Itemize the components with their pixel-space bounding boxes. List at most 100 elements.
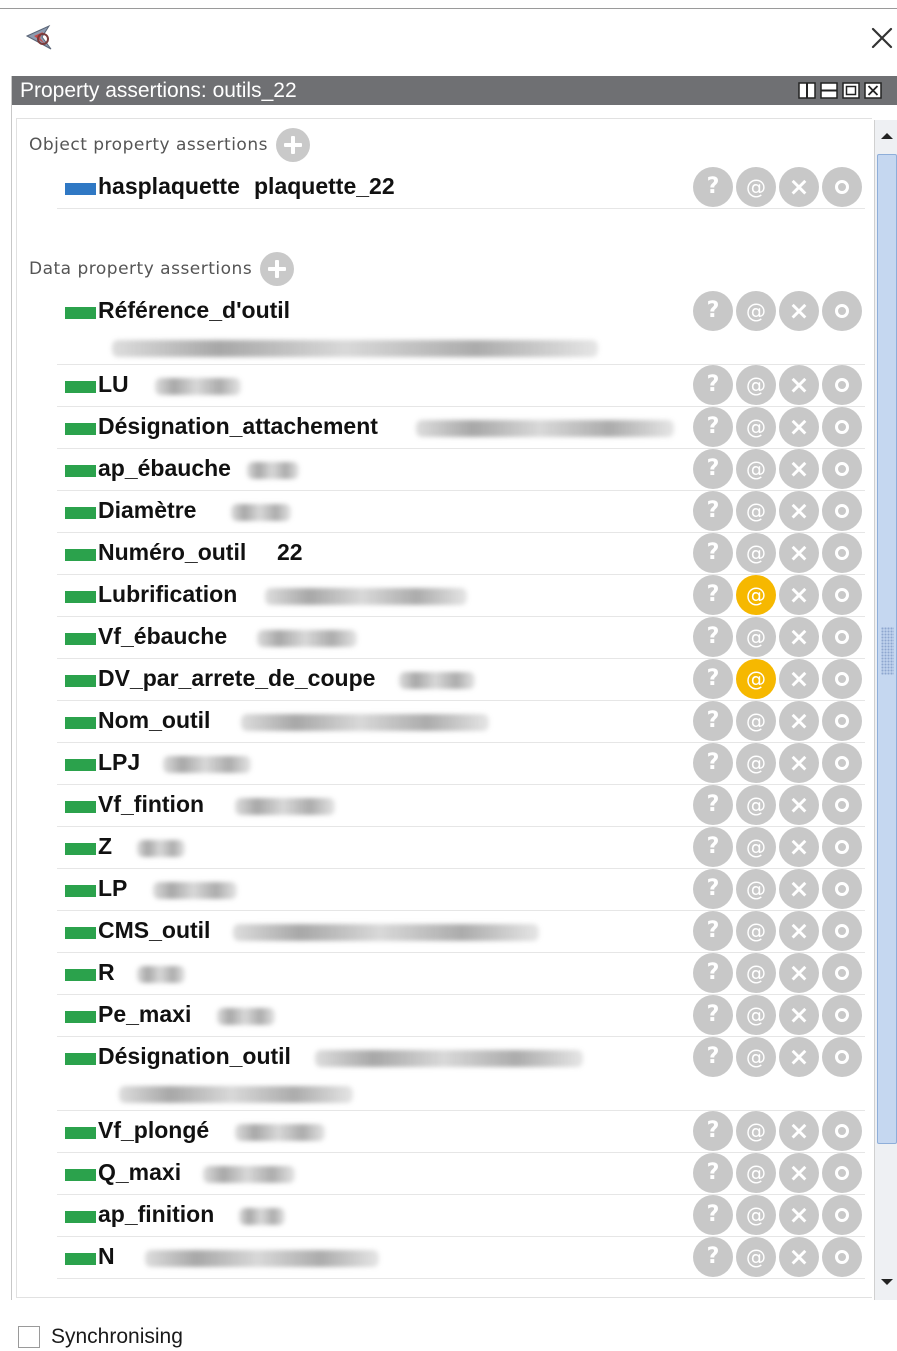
edit-icon[interactable] <box>822 1153 862 1193</box>
edit-icon[interactable] <box>822 1037 862 1077</box>
split-horizontal-icon[interactable] <box>820 82 838 99</box>
edit-icon[interactable] <box>822 827 862 867</box>
annotate-icon[interactable]: ? <box>693 869 733 909</box>
delete-icon[interactable]: × <box>779 785 819 825</box>
explain-at-icon[interactable]: @ <box>736 491 776 531</box>
annotate-icon[interactable]: ? <box>693 407 733 447</box>
delete-icon[interactable]: × <box>779 659 819 699</box>
edit-icon[interactable] <box>822 785 862 825</box>
annotate-icon[interactable]: ? <box>693 1153 733 1193</box>
explain-at-icon[interactable]: @ <box>736 1037 776 1077</box>
explain-at-icon[interactable]: @ <box>736 575 776 615</box>
delete-icon[interactable]: × <box>779 953 819 993</box>
annotate-icon[interactable]: ? <box>693 617 733 657</box>
explain-at-icon[interactable]: @ <box>736 1153 776 1193</box>
delete-icon[interactable]: × <box>779 407 819 447</box>
annotate-icon[interactable]: ? <box>693 1195 733 1235</box>
explain-at-icon[interactable]: @ <box>736 1195 776 1235</box>
annotate-icon[interactable]: ? <box>693 827 733 867</box>
delete-icon[interactable]: × <box>779 491 819 531</box>
annotate-icon[interactable]: ? <box>693 291 733 331</box>
maximize-icon[interactable] <box>842 82 860 99</box>
edit-icon[interactable] <box>822 491 862 531</box>
edit-icon[interactable] <box>822 407 862 447</box>
annotate-icon[interactable]: ? <box>693 785 733 825</box>
edit-icon[interactable] <box>822 291 862 331</box>
explain-at-icon[interactable]: @ <box>736 449 776 489</box>
edit-icon[interactable] <box>822 449 862 489</box>
delete-icon[interactable]: × <box>779 1237 819 1277</box>
explain-at-icon[interactable]: @ <box>736 911 776 951</box>
delete-icon[interactable]: × <box>779 365 819 405</box>
scroll-down-arrow-icon[interactable] <box>877 1268 897 1296</box>
explain-at-icon[interactable]: @ <box>736 995 776 1035</box>
synchronising-checkbox[interactable] <box>18 1326 40 1348</box>
explain-at-icon[interactable]: @ <box>736 291 776 331</box>
annotate-icon[interactable]: ? <box>693 1037 733 1077</box>
explain-at-icon[interactable]: @ <box>736 407 776 447</box>
annotate-icon[interactable]: ? <box>693 575 733 615</box>
delete-icon[interactable]: × <box>779 449 819 489</box>
edit-icon[interactable] <box>822 167 862 207</box>
split-vertical-icon[interactable] <box>798 82 816 99</box>
annotate-icon[interactable]: ? <box>693 491 733 531</box>
explain-at-icon[interactable]: @ <box>736 365 776 405</box>
annotate-icon[interactable]: ? <box>693 701 733 741</box>
delete-icon[interactable]: × <box>779 1111 819 1151</box>
delete-icon[interactable]: × <box>779 1153 819 1193</box>
close-view-icon[interactable] <box>864 82 882 99</box>
edit-icon[interactable] <box>822 995 862 1035</box>
annotate-icon[interactable]: ? <box>693 953 733 993</box>
delete-icon[interactable]: × <box>779 995 819 1035</box>
annotate-icon[interactable]: ? <box>693 659 733 699</box>
delete-icon[interactable]: × <box>779 701 819 741</box>
explain-at-icon[interactable]: @ <box>736 953 776 993</box>
explain-at-icon[interactable]: @ <box>736 617 776 657</box>
delete-icon[interactable]: × <box>779 1195 819 1235</box>
close-icon[interactable] <box>868 24 896 52</box>
annotate-icon[interactable]: ? <box>693 533 733 573</box>
annotate-icon[interactable]: ? <box>693 911 733 951</box>
delete-icon[interactable]: × <box>779 911 819 951</box>
delete-icon[interactable]: × <box>779 533 819 573</box>
edit-icon[interactable] <box>822 701 862 741</box>
delete-icon[interactable]: × <box>779 167 819 207</box>
annotate-icon[interactable]: ? <box>693 995 733 1035</box>
vertical-scrollbar[interactable] <box>874 120 897 1300</box>
delete-icon[interactable]: × <box>779 1037 819 1077</box>
object-section-add-button[interactable] <box>275 128 310 162</box>
delete-icon[interactable]: × <box>779 869 819 909</box>
annotate-icon[interactable]: ? <box>693 449 733 489</box>
edit-icon[interactable] <box>822 533 862 573</box>
edit-icon[interactable] <box>822 911 862 951</box>
scroll-thumb[interactable] <box>877 154 897 1144</box>
explain-at-icon[interactable]: @ <box>736 785 776 825</box>
edit-icon[interactable] <box>822 1111 862 1151</box>
edit-icon[interactable] <box>822 365 862 405</box>
explain-at-icon[interactable]: @ <box>736 533 776 573</box>
edit-icon[interactable] <box>822 617 862 657</box>
edit-icon[interactable] <box>822 659 862 699</box>
data-section-add-button[interactable] <box>260 252 295 286</box>
annotate-icon[interactable]: ? <box>693 1111 733 1151</box>
explain-at-icon[interactable]: @ <box>736 743 776 783</box>
explain-at-icon[interactable]: @ <box>736 659 776 699</box>
edit-icon[interactable] <box>822 869 862 909</box>
explain-at-icon[interactable]: @ <box>736 1237 776 1277</box>
delete-icon[interactable]: × <box>779 575 819 615</box>
edit-icon[interactable] <box>822 953 862 993</box>
explain-at-icon[interactable]: @ <box>736 869 776 909</box>
scroll-up-arrow-icon[interactable] <box>877 122 897 150</box>
delete-icon[interactable]: × <box>779 291 819 331</box>
annotate-icon[interactable]: ? <box>693 167 733 207</box>
edit-icon[interactable] <box>822 1237 862 1277</box>
explain-at-icon[interactable]: @ <box>736 1111 776 1151</box>
delete-icon[interactable]: × <box>779 617 819 657</box>
edit-icon[interactable] <box>822 1195 862 1235</box>
explain-at-icon[interactable]: @ <box>736 701 776 741</box>
edit-icon[interactable] <box>822 575 862 615</box>
annotate-icon[interactable]: ? <box>693 365 733 405</box>
explain-at-icon[interactable]: @ <box>736 167 776 207</box>
annotate-icon[interactable]: ? <box>693 1237 733 1277</box>
explain-at-icon[interactable]: @ <box>736 827 776 867</box>
